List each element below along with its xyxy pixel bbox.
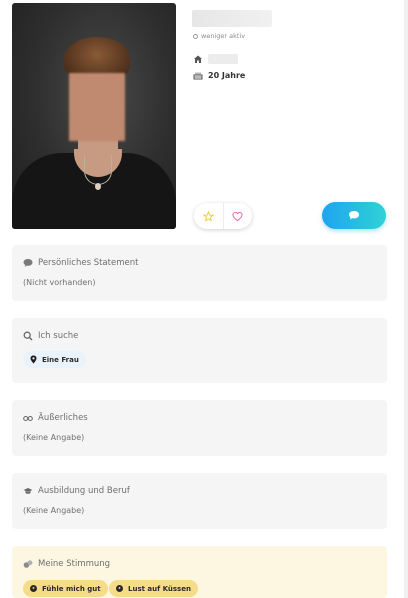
favorite-button[interactable] — [194, 203, 223, 229]
photo-face-blur — [69, 73, 125, 141]
age-row: 20 Jahre — [193, 70, 245, 80]
mood-chip-label: Lust auf Küssen — [128, 584, 191, 593]
search-title: Ich suche — [38, 331, 79, 341]
education-header: Ausbildung und Beruf — [23, 486, 130, 496]
mood-header: Meine Stimmung — [23, 559, 110, 569]
mood-icon — [23, 560, 33, 568]
send-message-button[interactable] — [322, 202, 386, 229]
mood-chip: • Lust auf Küssen — [109, 580, 198, 597]
profile-page: weniger aktiv 20 Jahre Persönliches Stat… — [0, 0, 404, 598]
like-button[interactable] — [222, 203, 253, 229]
scrollbar[interactable] — [404, 0, 408, 598]
statement-value: (Nicht vorhanden) — [23, 278, 96, 287]
graduation-cap-icon — [23, 488, 33, 494]
search-card: Ich suche Eine Frau — [12, 318, 387, 383]
heart-icon — [232, 211, 243, 221]
appearance-title: Äußerliches — [38, 413, 88, 423]
statement-card: Persönliches Statement (Nicht vorhanden) — [12, 245, 387, 301]
photo-pendant — [95, 183, 101, 190]
statement-title: Persönliches Statement — [38, 258, 139, 268]
age-label: 20 Jahre — [208, 70, 246, 80]
speech-bubble-icon — [23, 259, 33, 267]
search-chip-label: Eine Frau — [42, 355, 79, 364]
glasses-icon — [23, 415, 33, 422]
smile-icon: • — [30, 585, 37, 592]
profile-photo[interactable] — [12, 3, 176, 229]
education-value: (Keine Angabe) — [23, 506, 85, 515]
kiss-icon: • — [116, 585, 123, 592]
username-redacted — [192, 10, 272, 27]
statement-header: Persönliches Statement — [23, 258, 138, 268]
search-chip: Eine Frau — [23, 351, 86, 368]
location-pin-icon — [30, 355, 37, 364]
appearance-card: Äußerliches (Keine Angabe) — [12, 400, 387, 456]
appearance-header: Äußerliches — [23, 413, 88, 423]
mood-chip-label: Fühle mich gut — [42, 584, 101, 593]
home-icon — [194, 55, 202, 63]
location-redacted — [208, 54, 238, 64]
photo-necklace — [84, 155, 112, 185]
star-icon — [202, 210, 214, 222]
appearance-value: (Keine Angabe) — [23, 433, 85, 442]
education-card: Ausbildung und Beruf (Keine Angabe) — [12, 473, 387, 529]
mood-card: Meine Stimmung • Fühle mich gut • Lust a… — [12, 546, 387, 598]
location-row — [193, 54, 238, 64]
status-ring-icon — [193, 33, 198, 39]
mood-title: Meine Stimmung — [38, 559, 111, 569]
search-header: Ich suche — [23, 331, 78, 341]
activity-status-label: weniger aktiv — [201, 32, 246, 40]
magnifier-icon — [23, 331, 33, 341]
chat-bubble-icon — [349, 211, 359, 220]
mood-chip: • Fühle mich gut — [23, 580, 108, 597]
cake-icon — [193, 72, 203, 80]
education-title: Ausbildung und Beruf — [38, 486, 130, 496]
reaction-button-group — [194, 203, 252, 229]
activity-status: weniger aktiv — [193, 32, 245, 40]
